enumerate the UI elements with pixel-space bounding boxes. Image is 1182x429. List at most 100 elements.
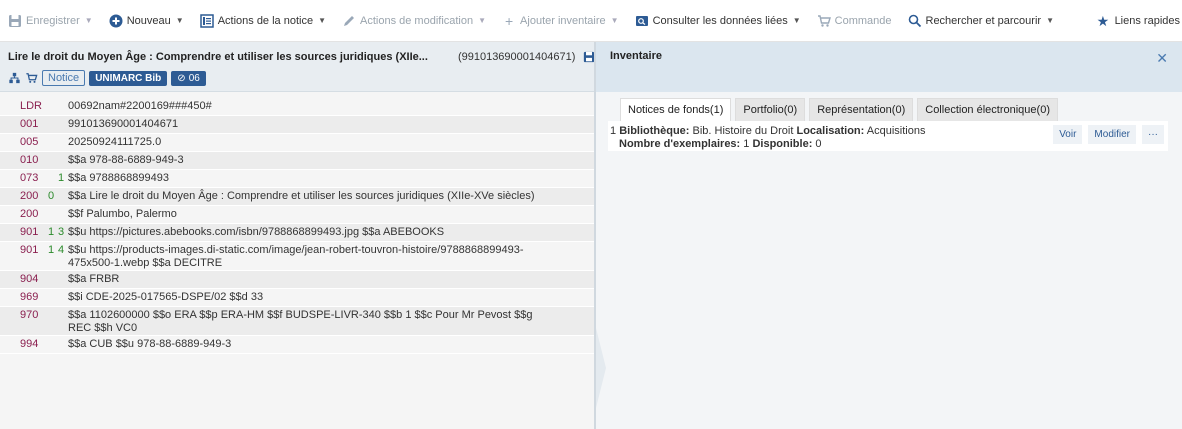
marc-value: $$a 9788868899493 xyxy=(68,172,169,184)
record-header: Lire le droit du Moyen Âge : Comprendre … xyxy=(0,42,632,92)
new-button[interactable]: Nouveau ▼ xyxy=(103,8,190,34)
search-browse-label: Rechercher et parcourir xyxy=(925,14,1042,27)
marc-indicator-2: 4 xyxy=(58,244,65,256)
library-value: Bib. Histoire du Droit xyxy=(692,125,794,137)
quick-links-label: Liens rapides xyxy=(1114,14,1180,27)
marc-value: 00692nam#2200169###450# xyxy=(68,100,212,112)
marc-field-row[interactable]: 200 0 $$a Lire le droit du Moyen Âge : Com… xyxy=(0,188,594,206)
marc-field-row[interactable]: LDR 00692nam#2200169###450# xyxy=(0,98,594,116)
marc-field-list: LDR 00692nam#2200169###450# 001 99101369000… xyxy=(0,92,594,354)
chevron-down-icon: ▼ xyxy=(792,16,801,25)
hierarchy-icon[interactable] xyxy=(8,72,21,84)
library-label: Bibliothèque: xyxy=(619,125,690,137)
cart-icon xyxy=(817,14,831,27)
marc-field-row[interactable]: 010 $$a 978-88-6889-949-3 xyxy=(0,152,594,170)
chevron-down-icon: ▼ xyxy=(610,16,619,25)
edit-button[interactable]: Modifier xyxy=(1088,125,1136,144)
inventory-panel: Inventaire ✕ Notices de fonds(1) Portfol… xyxy=(596,42,1182,429)
save-button[interactable]: Enregistrer ▼ xyxy=(2,8,99,34)
marc-tag: 969 xyxy=(20,291,39,303)
inventory-title: Inventaire xyxy=(610,50,662,62)
view-linked-label: Consulter les données liées xyxy=(652,14,788,27)
marc-value: $$i CDE-2025-017565-DSPE/02 $$d 33 xyxy=(68,291,264,303)
tab-electronic-collection[interactable]: Collection électronique(0) xyxy=(917,98,1058,121)
record-id: (991013690001404671) xyxy=(457,51,576,63)
count-value: 06 xyxy=(188,72,200,84)
marc-tag: 200 xyxy=(20,208,39,220)
marc-field-row[interactable]: 005 20250924111725.0 xyxy=(0,134,594,152)
order-label: Commande xyxy=(834,14,892,27)
marc-tag: 901 xyxy=(20,244,39,256)
marc-field-row[interactable]: 901 1 3 $$u https://pictures.abebooks.com/i… xyxy=(0,224,594,242)
quick-links-button[interactable]: ★ Liens rapides xyxy=(1091,8,1182,34)
location-value: Acquisitions xyxy=(866,125,926,137)
chevron-down-icon: ▼ xyxy=(318,16,326,25)
notice-badge[interactable]: Notice xyxy=(42,70,86,86)
cart-icon[interactable] xyxy=(25,72,38,84)
item-number: 1 xyxy=(610,125,617,137)
edit-actions-button[interactable]: Actions de modification ▼ xyxy=(336,8,492,34)
marc-tag: LDR xyxy=(20,100,43,112)
marc-value: $$f Palumbo, Palermo xyxy=(68,208,177,220)
marc-value: 20250924111725.0 xyxy=(68,136,162,148)
chevron-down-icon: ▼ xyxy=(1046,16,1054,25)
marc-value: $$a 978-88-6889-949-3 xyxy=(68,154,184,166)
gauge-icon: ⊘ xyxy=(177,72,186,84)
close-icon[interactable]: ✕ xyxy=(1156,50,1168,84)
marc-tag: 073 xyxy=(20,172,39,184)
add-inventory-label: Ajouter inventaire xyxy=(520,14,606,27)
record-actions-label: Actions de la notice xyxy=(217,14,314,27)
marc-field-row[interactable]: 969 $$i CDE-2025-017565-DSPE/02 $$d 33 xyxy=(0,289,594,307)
record-editor-panel: Lire le droit du Moyen Âge : Comprendre … xyxy=(0,42,632,429)
tab-representation[interactable]: Représentation(0) xyxy=(809,98,914,121)
marc-value: 991013690001404671 xyxy=(68,118,179,130)
available-label: Disponible: xyxy=(752,138,813,150)
save-label: Enregistrer xyxy=(26,14,80,27)
chevron-down-icon: ▼ xyxy=(175,16,184,25)
marc-tag: 994 xyxy=(20,338,39,350)
marc-value: $$a 1102600000 $$o ERA $$p ERA-HM $$f BU… xyxy=(68,309,533,334)
marc-indicator-2: 3 xyxy=(58,226,65,238)
marc-indicator-1: 1 xyxy=(48,244,55,256)
plus-icon: + xyxy=(504,12,514,29)
marc-indicator-2: 1 xyxy=(58,172,65,184)
marc-field-row[interactable]: 200 $$f Palumbo, Palermo xyxy=(0,206,594,224)
star-icon: ★ xyxy=(1096,12,1110,29)
marc-field-row[interactable]: 904 $$a FRBR xyxy=(0,271,594,289)
marc-tag: 904 xyxy=(20,273,39,285)
linked-data-icon xyxy=(635,15,648,26)
marc-value: $$u https://pictures.abebooks.com/isbn/9… xyxy=(68,226,445,238)
marc-field-row[interactable]: 994 $$a CUB $$u 978-88-6889-949-3 xyxy=(0,336,594,354)
view-linked-data-button[interactable]: Consulter les données liées ▼ xyxy=(629,8,807,34)
inventory-header: Inventaire ✕ xyxy=(596,42,1182,92)
record-icon xyxy=(199,13,214,28)
marc-indicator-1: 0 xyxy=(48,190,55,202)
search-browse-button[interactable]: Rechercher et parcourir ▼ xyxy=(902,8,1060,34)
marc-field-row[interactable]: 901 1 4 $$u https://products-images.di-stat… xyxy=(0,242,594,271)
view-button[interactable]: Voir xyxy=(1053,125,1083,144)
marc-tag: 970 xyxy=(20,309,39,321)
main-toolbar: Enregistrer ▼ Nouveau ▼ Actions de la noti… xyxy=(0,0,1182,42)
tab-portfolio[interactable]: Portfolio(0) xyxy=(735,98,806,121)
marc-value: $$a CUB $$u 978-88-6889-949-3 xyxy=(68,338,232,350)
save-icon xyxy=(9,14,21,27)
holding-item: 1 Bibliothèque: Bib. Histoire du Droit L… xyxy=(608,121,1168,151)
count-badge[interactable]: ⊘ 06 xyxy=(171,70,206,86)
tab-holdings[interactable]: Notices de fonds(1) xyxy=(620,98,732,121)
splitter-arrow xyxy=(596,328,606,408)
marc-field-row[interactable]: 001 991013690001404671 xyxy=(0,116,594,134)
marc-value: $$a FRBR xyxy=(68,273,120,285)
marc-tag: 200 xyxy=(20,190,39,202)
location-label: Localisation: xyxy=(796,125,865,137)
marc-field-row[interactable]: 970 $$a 1102600000 $$o ERA $$p ERA-HM $$f… xyxy=(0,307,594,336)
record-actions-button[interactable]: Actions de la notice ▼ xyxy=(194,8,332,34)
more-actions-button[interactable]: ··· xyxy=(1142,125,1164,144)
format-badge: UNIMARC Bib xyxy=(89,70,168,86)
pencil-icon xyxy=(344,15,354,26)
marc-field-row[interactable]: 073 1 $$a 9788868899493 xyxy=(0,170,594,188)
order-button[interactable]: Commande xyxy=(811,8,898,34)
add-inventory-button[interactable]: + Ajouter inventaire ▼ xyxy=(496,8,625,34)
search-icon xyxy=(908,14,921,27)
marc-tag: 010 xyxy=(20,154,39,166)
plus-circle-icon xyxy=(109,14,123,27)
